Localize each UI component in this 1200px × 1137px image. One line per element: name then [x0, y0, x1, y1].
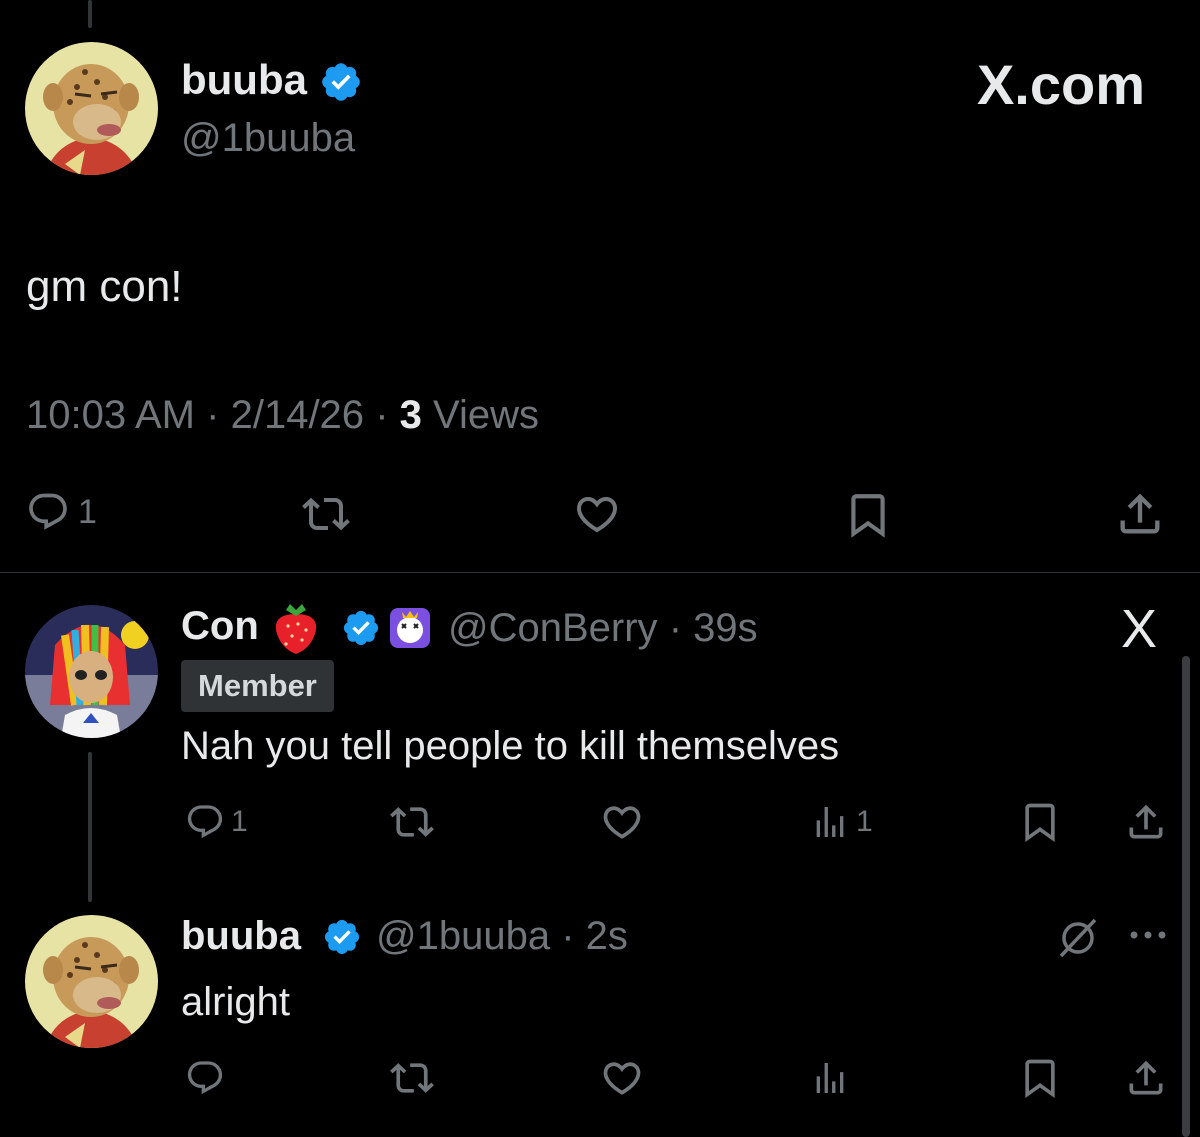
heart-icon	[603, 1062, 641, 1095]
meta-separator: ·	[561, 914, 575, 958]
author-handle[interactable]: @1buuba	[181, 116, 355, 161]
avatar-con[interactable]	[25, 605, 158, 738]
verified-badge-icon	[322, 63, 360, 101]
views-button[interactable]	[810, 1058, 850, 1098]
member-badge[interactable]: Member	[181, 660, 334, 712]
author-name[interactable]: buuba	[181, 56, 307, 104]
reply-handle-meta: @1buuba · 2s	[376, 914, 628, 959]
share-button[interactable]	[1114, 488, 1166, 540]
tweet-date[interactable]: 2/14/26	[231, 393, 364, 437]
reply-button[interactable]	[183, 1058, 227, 1098]
bookmark-button[interactable]	[1018, 1056, 1062, 1100]
bookmark-icon	[1025, 803, 1055, 843]
strawberry-emoji-icon	[275, 604, 317, 654]
views-button[interactable]: 1	[810, 802, 873, 842]
ape-avatar-image	[25, 42, 158, 175]
thread-line-top	[88, 0, 92, 28]
tweet-time[interactable]: 10:03 AM	[26, 393, 195, 437]
reply-icon	[29, 493, 67, 530]
author-name-con[interactable]: Con	[181, 604, 259, 649]
reply-time[interactable]: 2s	[586, 914, 628, 958]
tweet-meta: 10:03 AM · 2/14/26 · 3 Views	[26, 393, 539, 438]
con-avatar-image	[25, 605, 158, 738]
repost-button[interactable]	[385, 800, 439, 844]
share-icon	[1129, 804, 1163, 839]
views-count[interactable]: 3	[400, 393, 422, 437]
avatar-buuba-reply[interactable]	[25, 915, 158, 1048]
tweet-text: gm con!	[26, 262, 183, 311]
affiliate-badge-icon	[390, 608, 430, 648]
meta-separator: ·	[206, 393, 220, 437]
meta-separator: ·	[375, 393, 389, 437]
repost-icon	[302, 497, 350, 531]
heart-icon	[603, 806, 641, 839]
reply-icon	[187, 805, 223, 839]
x-com-label: X.com	[976, 53, 1145, 116]
more-options-icon[interactable]	[1128, 927, 1168, 943]
author-handle-buuba[interactable]: @1buuba	[376, 914, 550, 958]
share-button[interactable]	[1124, 800, 1168, 844]
verified-badge-icon	[343, 610, 379, 646]
reply-handle-meta: @ConBerry · 39s	[448, 606, 758, 651]
reply-count: 1	[78, 492, 97, 531]
scrollbar[interactable]	[1182, 656, 1190, 1137]
meta-separator: ·	[668, 606, 683, 650]
analytics-icon	[816, 1063, 844, 1093]
bookmark-button[interactable]	[1018, 800, 1062, 844]
heart-icon	[576, 497, 618, 533]
verified-badge-icon	[324, 919, 360, 955]
ape-avatar-image	[25, 915, 158, 1048]
views-count: 1	[856, 805, 873, 838]
views-label[interactable]: Views	[433, 393, 539, 437]
reply-button[interactable]: 1	[26, 490, 97, 534]
thread-line-reply	[88, 752, 92, 902]
author-handle-con[interactable]: @ConBerry	[448, 606, 658, 650]
bookmark-button[interactable]	[843, 490, 893, 540]
reply-time[interactable]: 39s	[693, 606, 758, 650]
reply-button[interactable]: 1	[183, 802, 248, 842]
reply-count: 1	[231, 805, 248, 838]
reply-icon	[187, 1061, 223, 1095]
grok-icon[interactable]	[1055, 914, 1101, 960]
repost-icon	[390, 1063, 434, 1093]
like-button[interactable]	[598, 1056, 646, 1100]
bookmark-icon	[851, 494, 885, 538]
tweet-divider	[0, 572, 1200, 573]
share-icon	[1129, 1060, 1163, 1095]
x-logo-mark: X	[1121, 599, 1158, 659]
reply-text: Nah you tell people to kill themselves	[181, 724, 840, 768]
repost-button[interactable]	[296, 490, 356, 538]
analytics-icon	[816, 807, 844, 837]
repost-button[interactable]	[385, 1056, 439, 1100]
reply-text: alright	[181, 980, 290, 1024]
share-icon	[1120, 493, 1160, 534]
bookmark-icon	[1025, 1059, 1055, 1099]
like-button[interactable]	[598, 800, 646, 844]
like-button[interactable]	[570, 490, 624, 538]
repost-icon	[390, 807, 434, 837]
author-name-buuba[interactable]: buuba	[181, 914, 301, 959]
share-button[interactable]	[1124, 1056, 1168, 1100]
avatar-buuba[interactable]	[25, 42, 158, 175]
